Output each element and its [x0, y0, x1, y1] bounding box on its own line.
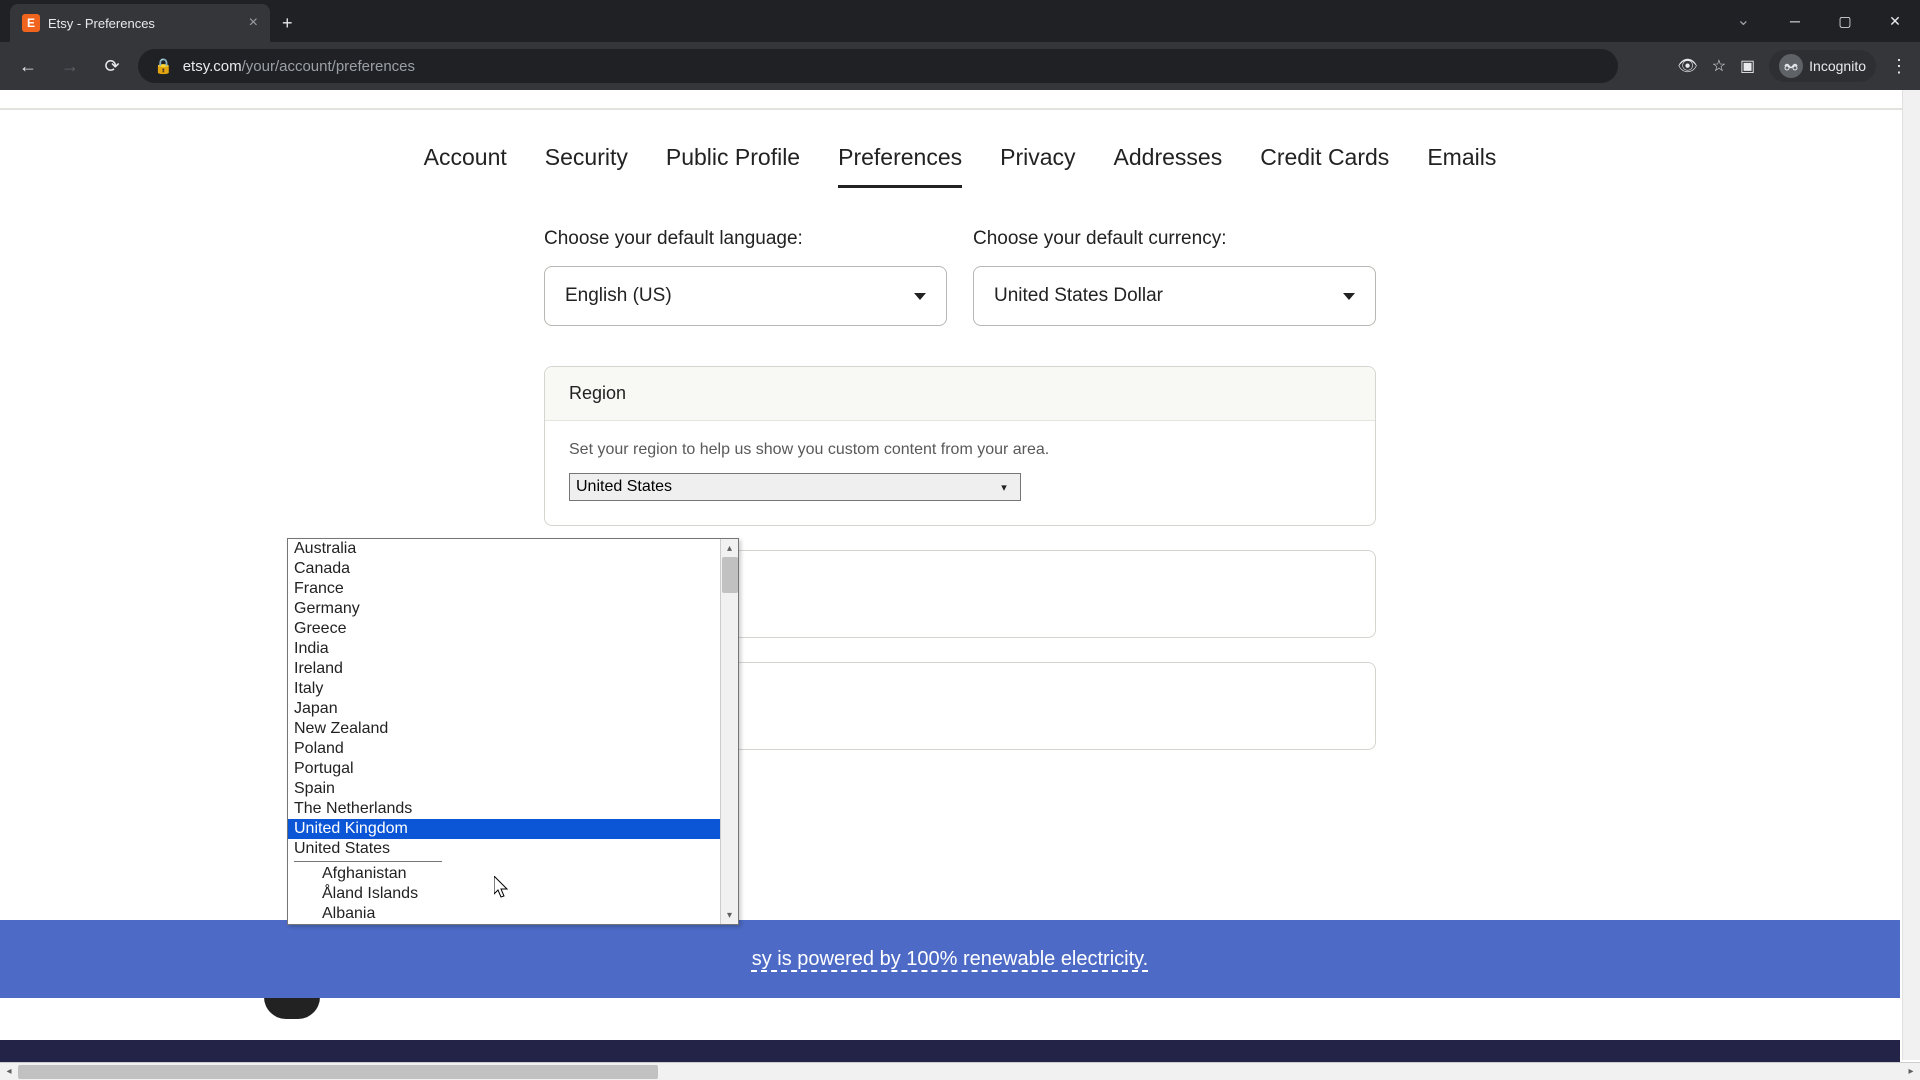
dropdown-option[interactable]: Poland [288, 739, 738, 759]
dropdown-option[interactable]: Albania [288, 904, 738, 924]
scroll-left-icon[interactable]: ◂ [0, 1063, 18, 1080]
currency-group: Choose your default currency: United Sta… [973, 228, 1376, 326]
incognito-badge[interactable]: Incognito [1769, 50, 1876, 82]
close-window-button[interactable]: ✕ [1870, 0, 1920, 42]
tab-privacy[interactable]: Privacy [1000, 144, 1075, 188]
window-controls: ─ ▢ ✕ [1770, 0, 1920, 42]
tab-preferences[interactable]: Preferences [838, 144, 962, 188]
dropdown-option[interactable]: The Netherlands [288, 799, 738, 819]
tab-security[interactable]: Security [545, 144, 628, 188]
incognito-label: Incognito [1809, 58, 1866, 74]
maximize-button[interactable]: ▢ [1820, 0, 1870, 42]
page-scrollbar[interactable] [1902, 90, 1920, 1060]
dropdown-option[interactable]: Japan [288, 699, 738, 719]
address-bar[interactable]: 🔒 etsy.com/your/account/preferences [138, 49, 1618, 83]
dropdown-option[interactable]: France [288, 579, 738, 599]
incognito-icon [1779, 54, 1803, 78]
dropdown-option[interactable]: Australia [288, 539, 738, 559]
footer-banner: sy is powered by 100% renewable electric… [0, 920, 1900, 998]
dropdown-separator [294, 861, 442, 862]
tab-bar: E Etsy - Preferences × + [0, 0, 1920, 42]
language-value: English (US) [565, 285, 672, 307]
toolbar-right: 👁 ☆ ▣ Incognito ⋮ [1677, 50, 1908, 82]
tab-search-icon[interactable]: ⌄ [1737, 10, 1750, 30]
footer-dark-strip [0, 1040, 1900, 1062]
dropdown-option[interactable]: Greece [288, 619, 738, 639]
region-selected-value: United States [576, 478, 672, 496]
tab-emails[interactable]: Emails [1427, 144, 1496, 188]
tab-title: Etsy - Preferences [48, 16, 241, 31]
dropdown-option[interactable]: United Kingdom [288, 819, 738, 839]
back-button[interactable]: ← [12, 50, 44, 82]
region-dropdown[interactable]: AustraliaCanadaFranceGermanyGreeceIndiaI… [287, 538, 739, 925]
dropdown-option[interactable]: Ireland [288, 659, 738, 679]
caret-down-icon [914, 293, 926, 300]
dropdown-option[interactable]: India [288, 639, 738, 659]
scroll-thumb[interactable] [722, 557, 738, 593]
close-tab-icon[interactable]: × [249, 14, 258, 32]
bookmark-icon[interactable]: ☆ [1712, 56, 1726, 76]
dropdown-scroll: AustraliaCanadaFranceGermanyGreeceIndiaI… [288, 539, 738, 924]
scroll-right-icon[interactable]: ▸ [1902, 1063, 1920, 1080]
dropdown-option[interactable]: Portugal [288, 759, 738, 779]
tab-credit-cards[interactable]: Credit Cards [1260, 144, 1389, 188]
tab-addresses[interactable]: Addresses [1114, 144, 1223, 188]
scroll-up-icon[interactable]: ▴ [721, 539, 738, 557]
dropdown-option[interactable]: Canada [288, 559, 738, 579]
scroll-down-icon[interactable]: ▾ [721, 906, 738, 924]
currency-label: Choose your default currency: [973, 228, 1376, 250]
new-tab-button[interactable]: + [282, 13, 293, 34]
tab-account[interactable]: Account [424, 144, 507, 188]
currency-select[interactable]: United States Dollar [973, 266, 1376, 326]
dropdown-scrollbar[interactable]: ▴ ▾ [720, 539, 738, 924]
browser-tab[interactable]: E Etsy - Preferences × [10, 4, 270, 42]
dropdown-items: AustraliaCanadaFranceGermanyGreeceIndiaI… [288, 539, 738, 924]
horizontal-scrollbar[interactable]: ◂ ▸ [0, 1062, 1920, 1080]
region-header: Region [545, 367, 1375, 421]
language-label: Choose your default language: [544, 228, 947, 250]
lang-currency-row: Choose your default language: English (U… [544, 228, 1376, 326]
dropdown-option[interactable]: Afghanistan [288, 864, 738, 884]
currency-value: United States Dollar [994, 285, 1163, 307]
browser-chrome: E Etsy - Preferences × + ⌄ ─ ▢ ✕ ← → ⟳ 🔒… [0, 0, 1920, 90]
chevron-down-icon: ▾ [994, 477, 1014, 497]
dropdown-option[interactable]: New Zealand [288, 719, 738, 739]
eye-off-icon[interactable]: 👁 [1677, 56, 1697, 76]
account-tabs: Account Security Public Profile Preferen… [0, 110, 1920, 188]
dropdown-option[interactable]: United States [288, 839, 738, 859]
dropdown-option[interactable]: Germany [288, 599, 738, 619]
footer-link[interactable]: sy is powered by 100% renewable electric… [752, 948, 1148, 971]
region-body: Set your region to help us show you cust… [545, 421, 1375, 525]
forward-button[interactable]: → [54, 50, 86, 82]
dropdown-option[interactable]: Italy [288, 679, 738, 699]
browser-toolbar: ← → ⟳ 🔒 etsy.com/your/account/preference… [0, 42, 1920, 90]
region-select[interactable]: United States ▾ [569, 473, 1021, 501]
menu-icon[interactable]: ⋮ [1890, 56, 1908, 77]
region-panel: Region Set your region to help us show y… [544, 366, 1376, 526]
caret-down-icon [1343, 293, 1355, 300]
reload-button[interactable]: ⟳ [96, 50, 128, 82]
url-text: etsy.com/your/account/preferences [183, 58, 415, 75]
panel-icon[interactable]: ▣ [1740, 56, 1755, 76]
language-select[interactable]: English (US) [544, 266, 947, 326]
lock-icon: 🔒 [154, 57, 173, 75]
language-group: Choose your default language: English (U… [544, 228, 947, 326]
minimize-button[interactable]: ─ [1770, 0, 1820, 42]
dropdown-option[interactable]: Spain [288, 779, 738, 799]
region-description: Set your region to help us show you cust… [569, 441, 1351, 459]
dropdown-option[interactable]: Åland Islands [288, 884, 738, 904]
favicon-icon: E [22, 14, 40, 32]
horizontal-thumb[interactable] [18, 1065, 658, 1079]
tab-public-profile[interactable]: Public Profile [666, 144, 800, 188]
